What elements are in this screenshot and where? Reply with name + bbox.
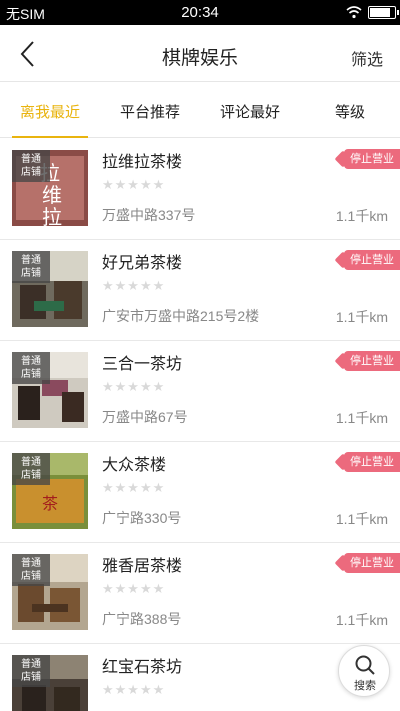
venue-address: 广宁路330号 — [102, 510, 182, 526]
badge-line: 普通 — [21, 457, 41, 468]
badge-line: 普通 — [21, 255, 41, 266]
badge-line: 店铺 — [21, 672, 41, 683]
wifi-icon — [346, 6, 362, 19]
svg-text:拉: 拉 — [42, 205, 62, 226]
tab-label: 离我最近 — [19, 104, 80, 121]
status-text: 停止营业 — [350, 254, 394, 266]
tab-3[interactable]: 等级 — [300, 82, 400, 137]
venue-address: 广安市万盛中路215号2楼 — [102, 308, 260, 324]
badge-line: 店铺 — [21, 369, 41, 380]
store-type-badge: 普通 店铺 — [12, 554, 50, 586]
venue-distance: 1.1千km — [335, 309, 388, 325]
venue-name: 三合一茶坊 — [102, 356, 183, 373]
star-rating: ★★★★★ — [102, 480, 166, 495]
badge-line: 普通 — [21, 558, 41, 569]
closed-status-tag: 停止营业 — [344, 149, 400, 169]
venue-row[interactable]: 普通店铺 雅香居茶楼 ★★★★★ 广宁路388号 1.1千km 停止营业 — [0, 543, 400, 644]
venue-photo: 普通 店铺 — [12, 352, 88, 428]
venue-row[interactable]: 拉维拉普通 店铺 拉维拉茶楼 ★★★★★ 万盛中路337号 1.1千km 停止营业 — [0, 139, 400, 240]
venue-row[interactable]: 茶 普通店铺 大众茶楼 ★★★★★ 广宁路330号 1.1千km 停止营业 — [0, 442, 400, 543]
venue-distance: 1.1千km — [335, 410, 388, 426]
closed-status-tag: 停止营业 — [344, 553, 400, 573]
venue-address: 万盛中路337号 — [102, 207, 196, 223]
venue-address: 广宁路388号 — [102, 611, 182, 627]
sort-tabs: 离我最近 平台推荐 评论最好 等级 — [0, 82, 400, 138]
venue-photo: 普通 店铺 — [12, 554, 88, 630]
venue-row[interactable]: 普通店铺 好兄弟茶楼 ★★★★★ 广安市万盛中路215号2楼 1.1千km 停止营业 — [0, 240, 400, 341]
tab-label: 评论最好 — [219, 104, 280, 121]
battery-level — [370, 8, 390, 17]
store-type-badge: 普通 店铺 — [12, 251, 50, 283]
star-rating: ★★★★★ — [102, 682, 166, 697]
venue-photo: 普通 店铺 — [12, 251, 88, 327]
badge-line: 普通 — [21, 659, 41, 670]
venue-address: 万盛中路67号 — [102, 409, 188, 425]
tab-1[interactable]: 平台推荐 — [100, 82, 200, 137]
venue-distance: 1.1千km — [335, 612, 388, 628]
venue-name: 拉维拉茶楼 — [102, 154, 183, 171]
closed-status-tag: 停止营业 — [344, 250, 400, 270]
app-header: 棋牌娱乐 筛选 — [0, 25, 400, 82]
page-title: 棋牌娱乐 — [161, 48, 238, 69]
store-type-badge: 普通 店铺 — [12, 150, 50, 182]
badge-line: 普通 — [21, 154, 41, 165]
badge-line: 店铺 — [21, 470, 41, 481]
venue-photo: 普通 店铺 — [12, 655, 88, 711]
star-rating: ★★★★★ — [102, 278, 166, 293]
venue-row[interactable]: 普通店铺 三合一茶坊 ★★★★★ 万盛中路67号 1.1千km 停止营业 — [0, 341, 400, 442]
clock: 20:34 — [181, 4, 219, 21]
venue-name: 红宝石茶坊 — [102, 659, 183, 676]
venue-distance: 1.1千km — [335, 511, 388, 527]
search-button[interactable]: 搜索 — [338, 645, 390, 697]
venue-list: 拉维拉普通 店铺 拉维拉茶楼 ★★★★★ 万盛中路337号 1.1千km 停止营业 普通 店铺好… — [0, 139, 400, 711]
search-icon — [355, 655, 375, 675]
store-type-badge: 普通 店铺 — [12, 655, 50, 687]
closed-status-tag: 停止营业 — [344, 452, 400, 472]
status-bar: 无SIM 20:34 — [0, 0, 400, 25]
status-text: 停止营业 — [350, 153, 394, 165]
tab-label: 等级 — [334, 104, 365, 121]
store-type-badge: 普通 店铺 — [12, 453, 50, 485]
svg-text:茶: 茶 — [42, 494, 58, 513]
status-text: 停止营业 — [350, 355, 394, 367]
filter-button[interactable]: 筛选 — [351, 46, 383, 70]
store-type-badge: 普通 店铺 — [12, 352, 50, 384]
tab-0[interactable]: 离我最近 — [0, 82, 100, 138]
venue-name: 好兄弟茶楼 — [102, 255, 183, 272]
star-rating: ★★★★★ — [102, 177, 166, 192]
battery-icon — [368, 6, 399, 19]
closed-status-tag: 停止营业 — [344, 351, 400, 371]
search-label: 搜索 — [354, 680, 376, 692]
star-rating: ★★★★★ — [102, 379, 166, 394]
venue-distance: 1.1千km — [335, 208, 388, 224]
venue-name: 大众茶楼 — [102, 457, 167, 474]
tab-2[interactable]: 评论最好 — [200, 82, 300, 137]
badge-line: 普通 — [21, 356, 41, 367]
active-tab-indicator — [12, 136, 88, 138]
svg-text:维: 维 — [42, 183, 62, 207]
badge-line: 店铺 — [21, 268, 41, 279]
status-text: 停止营业 — [350, 456, 394, 468]
status-text: 停止营业 — [350, 557, 394, 569]
badge-line: 店铺 — [21, 167, 41, 178]
badge-line: 店铺 — [21, 571, 41, 582]
tab-label: 平台推荐 — [119, 104, 180, 121]
star-rating: ★★★★★ — [102, 581, 166, 596]
venue-photo: 拉维拉普通 店铺 — [12, 150, 88, 226]
venue-photo: 茶 普通店铺 — [12, 453, 88, 529]
venue-name: 雅香居茶楼 — [102, 558, 183, 575]
